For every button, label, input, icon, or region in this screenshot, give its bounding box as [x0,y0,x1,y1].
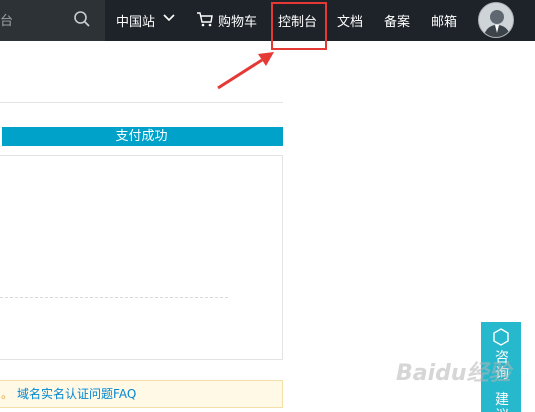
user-avatar-icon [483,10,511,37]
chevron-down-icon[interactable] [162,13,176,23]
suggest-label: 建议 [495,392,509,412]
nav-docs[interactable]: 文档 [337,11,363,30]
dotted-divider [0,297,228,298]
nav-mail[interactable]: 邮箱 [431,11,457,30]
search-box[interactable]: 台 [0,0,105,41]
divider [0,102,283,103]
faq-link[interactable]: 域名实名认证问题FAQ [17,387,136,401]
red-arrow-icon [217,52,274,90]
payment-success-step: 支付成功 [0,127,283,146]
watermark: Baidu经验 [396,361,511,386]
step-separator [0,127,2,146]
nav-cart[interactable]: 购物车 [218,11,257,30]
console-highlight-box [271,2,327,50]
search-text: 台 [0,14,14,29]
hexagon-icon [493,328,509,346]
notice-bar: 。域名实名认证问题FAQ [0,380,283,408]
top-navigation-bar: 台 中国站 购物车 控制台 文档 备案 邮箱 [0,0,535,41]
search-icon[interactable] [73,10,91,28]
notice-prefix: 。 [1,387,14,401]
content-panel [0,155,283,360]
nav-region[interactable]: 中国站 [116,11,155,30]
avatar[interactable] [478,2,514,38]
nav-filing[interactable]: 备案 [384,11,410,30]
cart-icon[interactable] [196,11,214,27]
